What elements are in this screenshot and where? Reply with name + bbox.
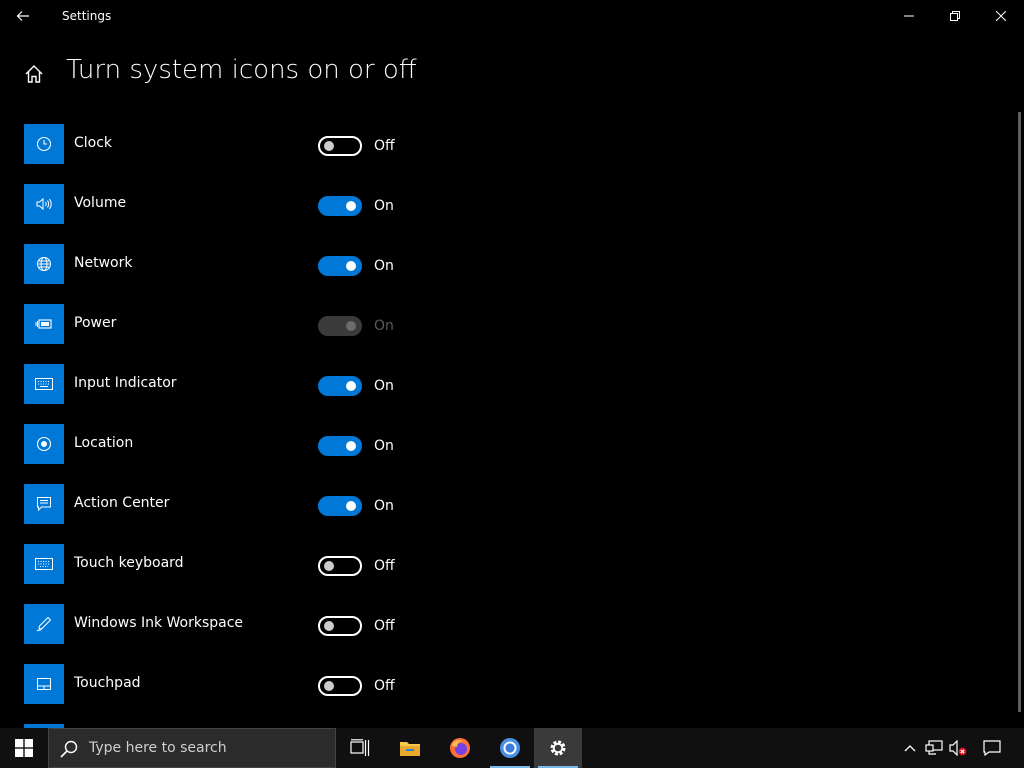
toggle-knob [346,441,356,451]
system-icon-row-touchpad: Touchpad Off [24,664,444,704]
search-placeholder: Type here to search [89,740,227,756]
windows-logo-icon [15,739,33,757]
chevron-up-icon [904,745,916,752]
close-icon [996,11,1006,21]
close-button[interactable] [978,0,1024,32]
toggle-power [318,316,362,336]
volume-muted-icon [949,740,967,756]
system-icon-label: Power [74,315,117,331]
system-icon-row-touch-keyboard: Touch keyboard Off [24,544,444,584]
restore-icon [950,11,960,21]
system-icon-label: Input Indicator [74,375,177,391]
keyboard-icon [24,364,64,404]
firefox-button[interactable] [436,728,484,768]
start-button[interactable] [0,728,48,768]
system-icon-row-windows-ink-workspace: Windows Ink Workspace Off [24,604,444,644]
toggle-knob [346,201,356,211]
system-icon-label: Action Center [74,495,170,511]
network-tray-button[interactable] [922,728,946,768]
minimize-icon [904,15,914,17]
title-bar: Settings [0,0,1024,32]
toggle-state-text: Off [374,138,395,154]
clock-icon [24,124,64,164]
toggle-state-text: On [374,498,394,514]
toggle-knob [324,681,334,691]
system-icon-row-network: Network On [24,244,444,284]
pen-icon [24,604,64,644]
toggle-input-indicator[interactable] [318,376,362,396]
toggle-touchpad[interactable] [318,676,362,696]
action-center-tray-icon [983,740,1001,756]
arrow-left-icon [16,11,29,21]
system-icon-label: Windows Ink Workspace [74,615,244,631]
page-title: Turn system icons on or off [66,55,417,85]
toggle-knob [346,381,356,391]
system-icon-row-clock: Clock Off [24,124,444,164]
system-icon-label: Clock [74,135,113,151]
volume-icon [24,184,64,224]
toggle-state-text: Off [374,618,395,634]
toggle-state-text: On [374,318,394,334]
folder-icon [400,742,420,756]
toggle-state-text: Off [374,558,395,574]
search-icon [60,740,78,758]
toggle-volume[interactable] [318,196,362,216]
home-icon [25,65,43,83]
system-icon-label: Touchpad [74,675,141,691]
battery-icon [24,304,64,344]
toggle-action-center[interactable] [318,496,362,516]
toggle-state-text: On [374,198,394,214]
chrome-icon [500,738,520,758]
action-center-icon [24,484,64,524]
restore-button[interactable] [932,0,978,32]
system-icons-list: Clock Off Volume On Network On Power On … [0,124,1010,728]
scrollbar[interactable] [1018,112,1021,712]
toggle-knob [324,561,334,571]
toggle-state-text: On [374,438,394,454]
toggle-state-text: On [374,258,394,274]
toggle-knob [346,261,356,271]
system-icon-label: Volume [74,195,127,211]
toggle-knob [324,621,334,631]
system-icon-label: Location [74,435,134,451]
show-hidden-icons-button[interactable] [898,728,922,768]
settings-taskbar-button[interactable] [534,728,582,768]
toggle-state-text: Off [374,678,395,694]
system-icon-row-location: Location On [24,424,444,464]
system-icon-label: Touch keyboard [74,555,184,571]
system-icon-row-action-center: Action Center On [24,484,444,524]
home-button[interactable] [20,60,48,88]
system-icon-label: Network [74,255,133,271]
firefox-icon [450,738,470,758]
toggle-knob [346,321,356,331]
location-icon [24,424,64,464]
chrome-button[interactable] [486,728,534,768]
system-icon-row-power: Power On [24,304,444,344]
task-view-button[interactable] [336,728,384,768]
network-wired-icon [925,740,943,755]
file-explorer-button[interactable] [386,728,434,768]
toggle-clock[interactable] [318,136,362,156]
toggle-knob [324,141,334,151]
toggle-touch-keyboard[interactable] [318,556,362,576]
window-title: Settings [62,9,112,23]
system-icon-row-volume: Volume On [24,184,444,224]
toggle-state-text: On [374,378,394,394]
globe-icon [24,244,64,284]
touchpad-icon [24,664,64,704]
touch-keyboard-icon [24,544,64,584]
volume-tray-button[interactable] [946,728,970,768]
toggle-network[interactable] [318,256,362,276]
minimize-button[interactable] [886,0,932,32]
notifications-button[interactable] [980,728,1004,768]
task-view-icon [350,739,370,756]
toggle-windows-ink-workspace[interactable] [318,616,362,636]
toggle-knob [346,501,356,511]
gear-icon [550,740,566,756]
taskbar-search-box[interactable]: Type here to search [48,728,336,768]
system-icon-row-input-indicator: Input Indicator On [24,364,444,404]
toggle-location[interactable] [318,436,362,456]
taskbar: Type here to search [0,728,1024,768]
back-button[interactable] [0,0,46,32]
